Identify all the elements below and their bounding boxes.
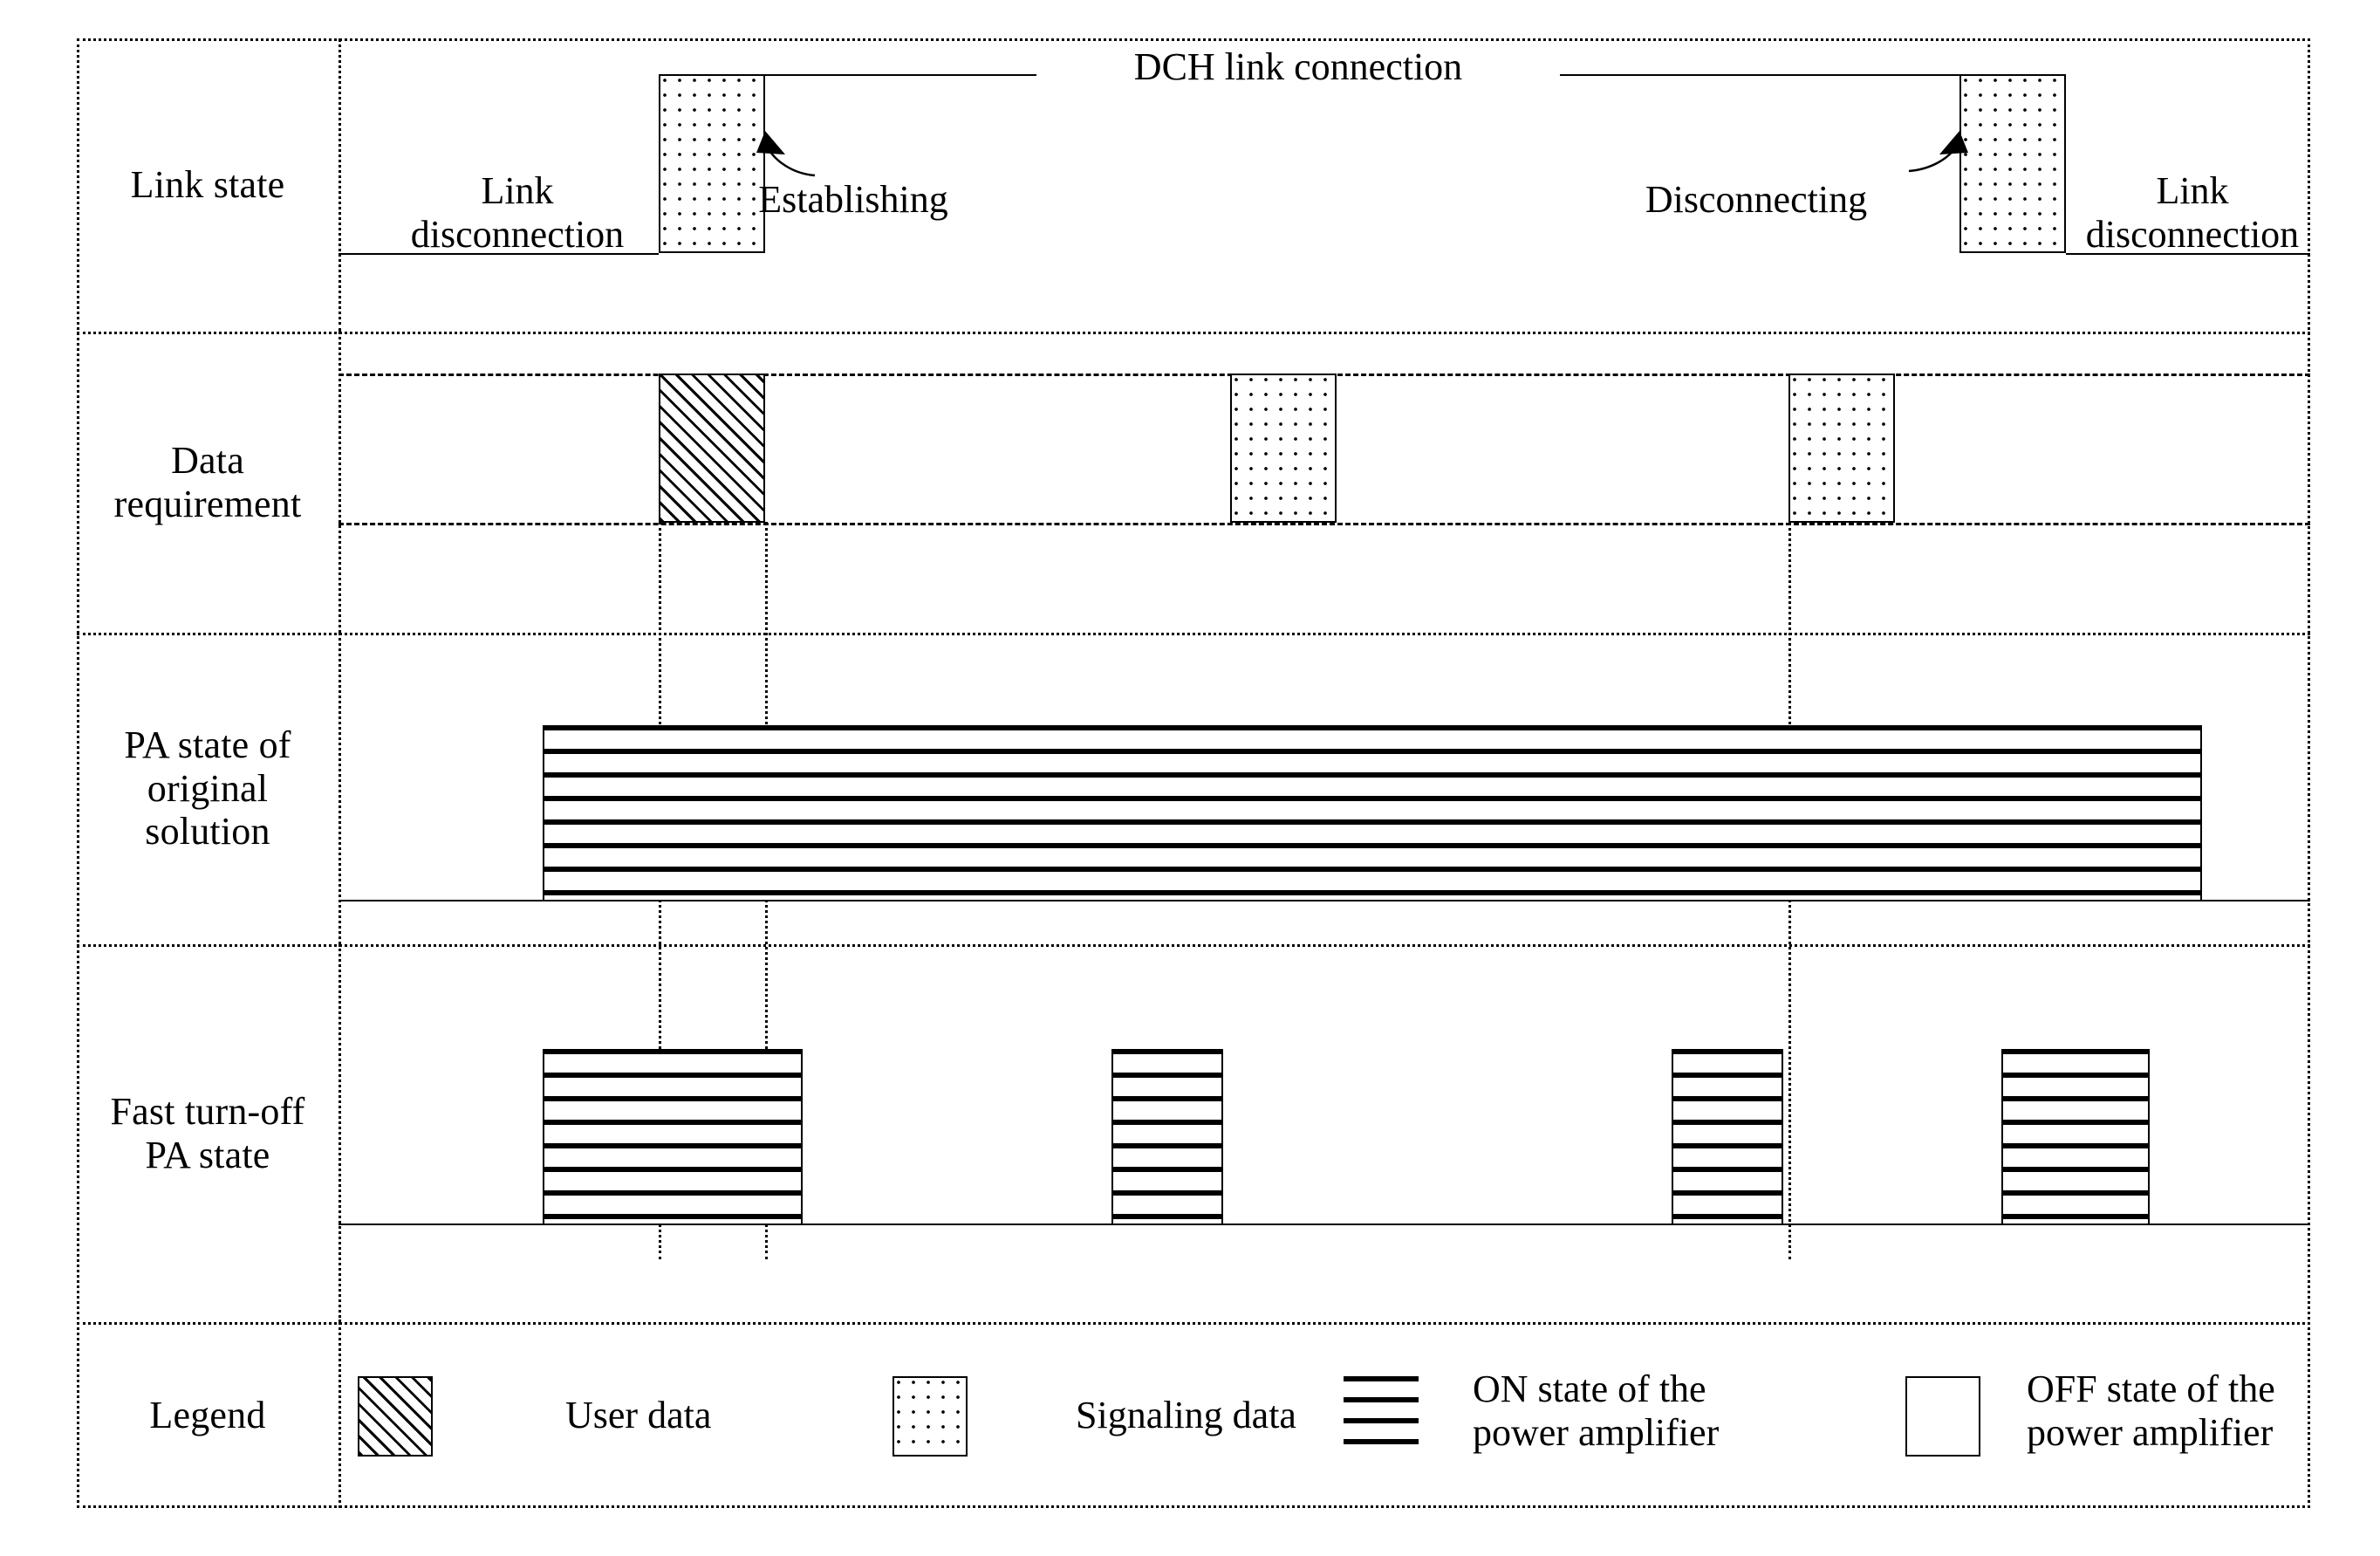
legend-label-pa-off-line2: power amplifier — [2027, 1410, 2274, 1454]
legend-label-pa-on-line1: ON state of the — [1473, 1367, 1706, 1410]
row-label-data-requirement-text: Data requirement — [114, 439, 302, 525]
pa-on-burst-1 — [543, 1049, 803, 1224]
legend-swatch-signaling-data — [892, 1376, 968, 1457]
row-label-link-state-text: Link state — [130, 163, 285, 207]
row-label-pa-fast-text: Fast turn-off PA state — [111, 1090, 305, 1176]
row-label-pa-original-line2: original — [147, 766, 269, 810]
row-label-legend: Legend — [77, 1322, 339, 1508]
disconnecting-arrow-icon — [1908, 131, 1968, 173]
data-requirement-lower-guide — [339, 523, 2310, 525]
legend-swatch-user-data — [358, 1376, 433, 1457]
row-label-pa-original-line1: PA state of — [124, 723, 291, 766]
pa-original-baseline — [339, 900, 2310, 901]
row-label-pa-fast: Fast turn-off PA state — [77, 944, 339, 1322]
legend-label-pa-off: OFF state of the power amplifier — [2027, 1367, 2380, 1454]
row-label-link-state: Link state — [77, 38, 339, 332]
pa-on-burst-3 — [1672, 1049, 1783, 1224]
user-data-burst — [659, 374, 765, 523]
legend-label-user-data: User data — [565, 1394, 712, 1436]
pa-on-burst-4 — [2001, 1049, 2150, 1224]
signaling-burst-1 — [1230, 374, 1337, 523]
diagram-canvas: Link state DCH link connection DCH link … — [0, 0, 2380, 1556]
pa-fast-plot — [339, 944, 2310, 1322]
row-label-pa-fast-line2: PA state — [145, 1133, 270, 1176]
legend-swatch-pa-on — [1344, 1376, 1419, 1457]
pa-original-plot — [339, 633, 2310, 944]
row-label-pa-original-line3: solution — [145, 810, 270, 853]
row-label-pa-original-text: PA state of original solution — [124, 723, 291, 853]
link-state-plot: DCH link connection DCH link connection … — [339, 38, 2310, 332]
legend-swatch-pa-off — [1905, 1376, 1980, 1457]
row-label-data-requirement: Data requirement — [77, 332, 339, 633]
legend-label-pa-on: ON state of the power amplifier — [1473, 1367, 1839, 1454]
legend-label-pa-off-line1: OFF state of the — [2027, 1367, 2275, 1410]
pa-fast-baseline — [339, 1224, 2310, 1225]
signaling-burst-2 — [1788, 374, 1895, 523]
row-label-pa-fast-line1: Fast turn-off — [110, 1089, 305, 1133]
legend-label-pa-on-line2: power amplifier — [1473, 1410, 1720, 1454]
row-label-data-requirement-line2: requirement — [113, 482, 302, 525]
pa-on-burst-2 — [1111, 1049, 1223, 1224]
pa-on-continuous — [543, 725, 2202, 900]
row-label-data-requirement-line1: Data — [171, 438, 244, 482]
data-requirement-plot — [339, 332, 2310, 633]
row-label-pa-original: PA state of original solution — [77, 633, 339, 944]
row-label-legend-text: Legend — [149, 1393, 266, 1436]
legend-plot: User data Signaling data ON state of the… — [339, 1322, 2310, 1508]
